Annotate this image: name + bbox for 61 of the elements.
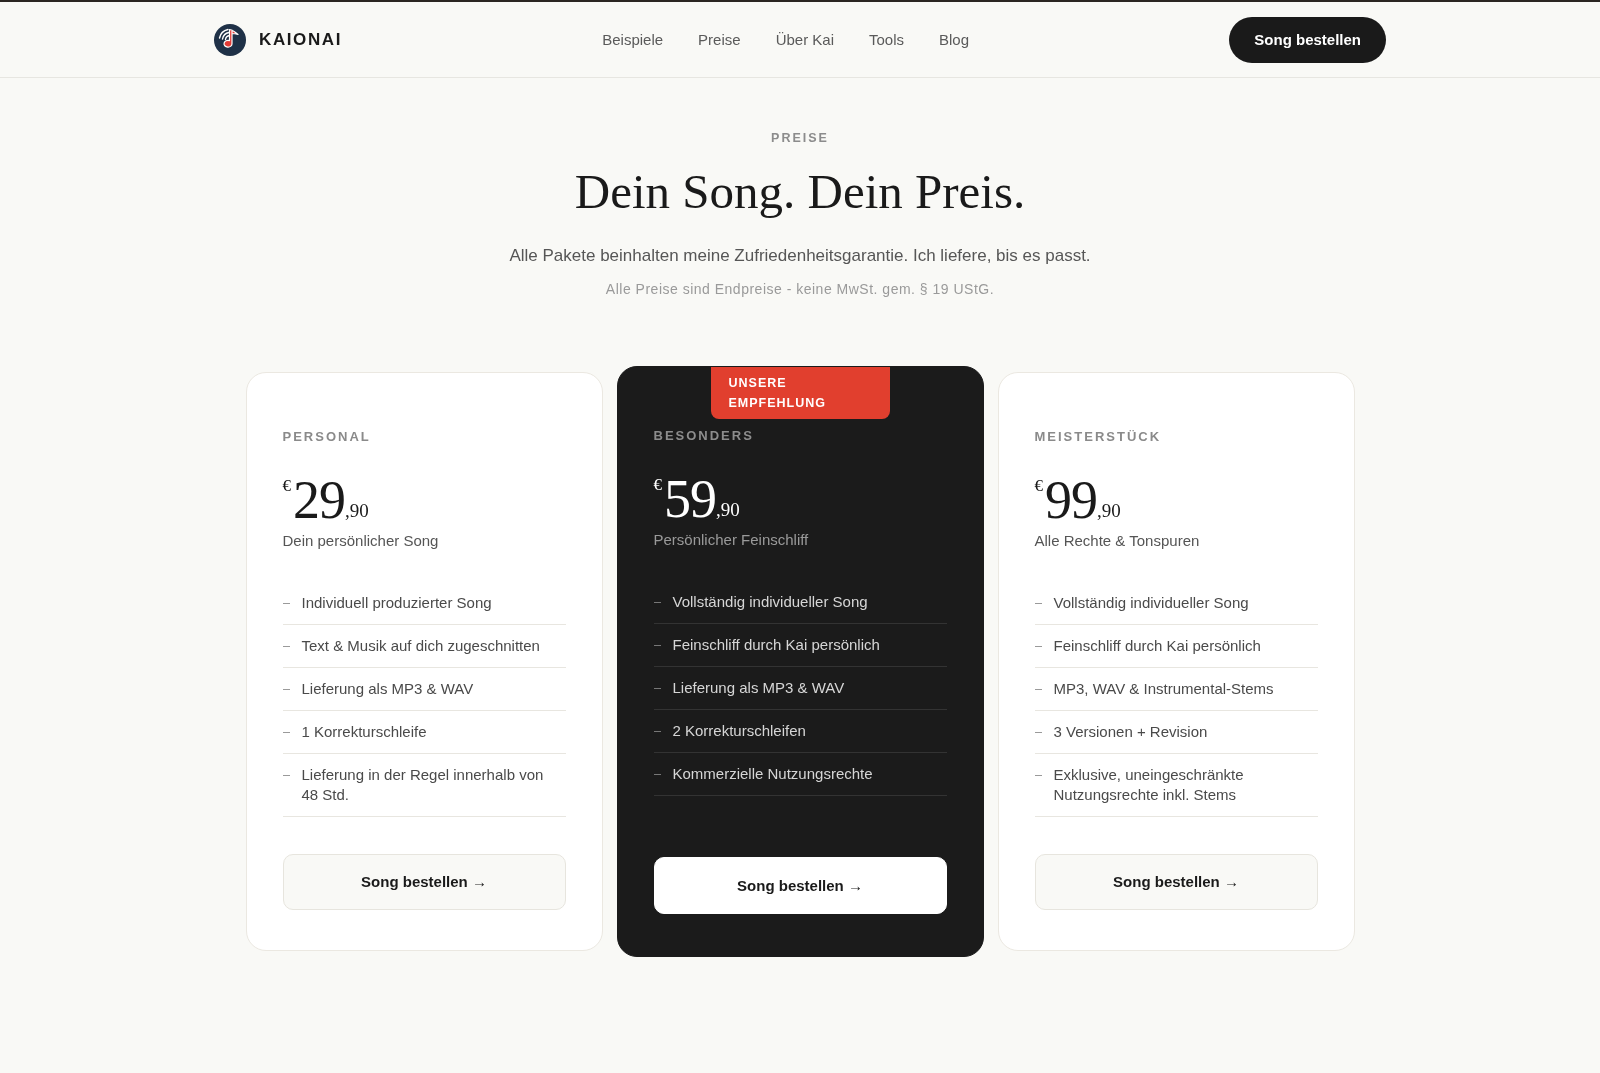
nav-link[interactable]: Über Kai (775, 31, 834, 48)
feature-text: Lieferung in der Regel innerhalb von 48 Std. (301, 764, 545, 805)
order-song-button[interactable]: Song bestellen → (282, 853, 566, 910)
dash-icon (282, 774, 290, 776)
dash-icon (282, 602, 290, 604)
recommendation-badge: UNSERE EMPFEHLUNG (710, 366, 890, 419)
order-song-button[interactable]: Song bestellen → (653, 856, 947, 914)
order-song-button[interactable]: Song bestellen → (1034, 853, 1318, 910)
price-note: Alle Preise sind Endpreise - keine MwSt. gem. § 19 UStG. (605, 279, 995, 298)
price-cents: ,90 (345, 500, 369, 520)
plan-name: BESONDERS (653, 427, 755, 444)
order-song-button[interactable]: Song bestellen (1229, 16, 1386, 63)
feature-text: MP3, WAV & Instrumental-Stems (1053, 678, 1274, 699)
feature-text: Feinschliff durch Kai persönlich (1053, 635, 1261, 656)
dash-icon (282, 645, 290, 647)
dash-icon (282, 688, 290, 690)
price-currency: € (1034, 476, 1043, 494)
dash-icon (653, 601, 661, 603)
price-cents: ,90 (716, 499, 740, 519)
feature-text: Exklusive, uneingeschränkte Nutzungsrechte inkl. Stems (1053, 764, 1245, 805)
feature-text: 3 Versionen + Revision (1053, 721, 1208, 742)
nav-link[interactable]: Beispiele (602, 31, 664, 48)
feature-text: Feinschliff durch Kai persönlich (672, 634, 880, 655)
dash-icon (282, 731, 290, 733)
dash-icon (1034, 774, 1042, 776)
dash-icon (1034, 602, 1042, 604)
plan-tagline: Dein persönlicher Song (282, 530, 440, 551)
plan-name: PERSONAL (282, 428, 372, 445)
price-currency: € (282, 476, 291, 494)
feature-text: Text & Musik auf dich zugeschnitten (301, 635, 540, 656)
feature-text: 2 Korrekturschleifen (672, 720, 806, 741)
feature-text: Lieferung als MP3 & WAV (672, 677, 845, 698)
nav-link[interactable]: Preise (698, 31, 741, 48)
dash-icon (653, 687, 661, 689)
dash-icon (1034, 688, 1042, 690)
feature-text: Individuell produzierter Song (301, 592, 492, 613)
price-amount: 99 (1045, 474, 1097, 525)
section-subtitle: Alle Pakete beinhalten meine Zufriedenheitsgarantie. Ich liefere, bis es passt. (509, 244, 1091, 267)
brand-name: KAIONAI (259, 29, 342, 50)
dash-icon (653, 730, 661, 732)
plan-tagline: Alle Rechte & Tonspuren (1034, 530, 1201, 551)
plan-tagline: Persönlicher Feinschliff (653, 529, 810, 550)
plan-name: MEISTERSTÜCK (1034, 428, 1163, 445)
feature-text: Vollständig individueller Song (672, 591, 868, 612)
dash-icon (653, 773, 661, 775)
section-eyebrow: PREISE (771, 131, 829, 145)
feature-text: Kommerzielle Nutzungsrechte (672, 763, 873, 784)
price-cents: ,90 (1097, 500, 1121, 520)
feature-text: 1 Korrekturschleife (301, 721, 427, 742)
feature-text: Lieferung als MP3 & WAV (301, 678, 474, 699)
price-currency: € (653, 475, 662, 493)
nav-link[interactable]: Blog (939, 31, 970, 48)
section-title: Dein Song. Dein Preis. (574, 165, 1026, 219)
record-music-note-icon (214, 23, 246, 56)
price-amount: 59 (664, 473, 716, 524)
dash-icon (653, 644, 661, 646)
dash-icon (1034, 645, 1042, 647)
nav-link[interactable]: Tools (869, 31, 905, 48)
price-amount: 29 (293, 474, 345, 525)
feature-text: Vollständig individueller Song (1053, 592, 1249, 613)
dash-icon (1034, 731, 1042, 733)
